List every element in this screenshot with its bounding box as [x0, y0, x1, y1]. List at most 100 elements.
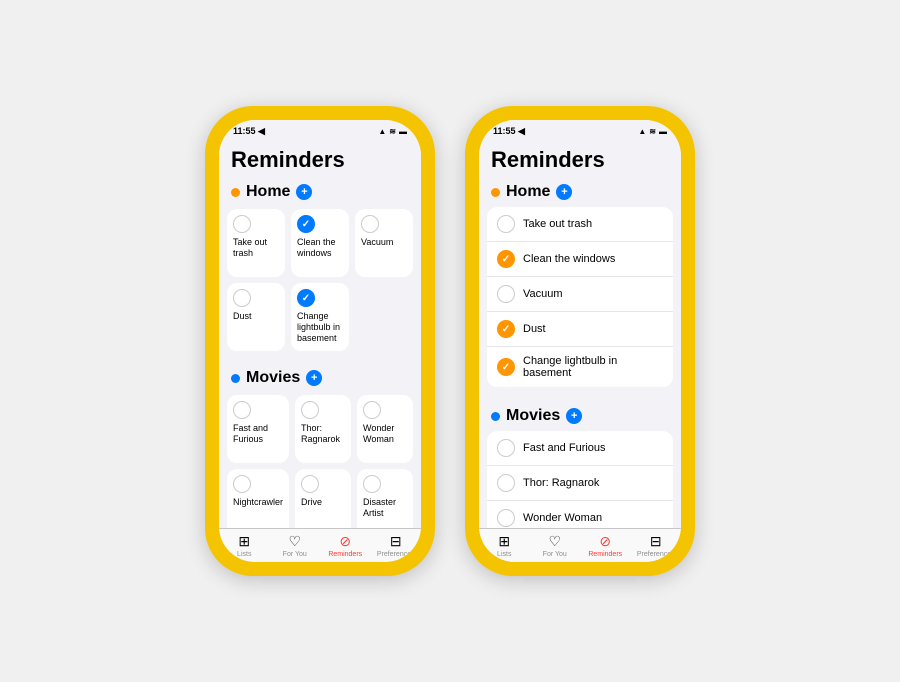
movies-add-2[interactable]: +: [566, 408, 582, 424]
tab-foryou-2[interactable]: ♡ For You: [530, 533, 581, 558]
prefs-label-2: Preferences: [637, 551, 675, 558]
list-item-lightbulb: ✓ Change lightbulb in basement: [487, 347, 673, 387]
tab-reminders-1[interactable]: ⊘ Reminders: [320, 533, 371, 558]
home-dot-1: [231, 188, 240, 197]
checkmark-lightbulb: ✓: [302, 293, 310, 304]
list-label-fast: Fast and Furious: [523, 442, 606, 454]
list-checkbox-dust[interactable]: ✓: [497, 320, 515, 338]
phones-container: 11:55 ◀ ▲ ≋ ▬ Reminders Home +: [205, 106, 695, 576]
tab-lists-1[interactable]: ⊞ Lists: [219, 533, 270, 558]
home-title-1: Home: [246, 183, 290, 201]
list-item-vacuum: Vacuum: [487, 277, 673, 312]
checkbox-wonder[interactable]: [363, 401, 381, 419]
reminders-label-2: Reminders: [588, 551, 622, 558]
list-label-dust: Dust: [523, 323, 546, 335]
label-night: Nightcrawler: [233, 497, 283, 508]
phone-grid-outer: 11:55 ◀ ▲ ≋ ▬ Reminders Home +: [205, 106, 435, 576]
checkbox-windows[interactable]: ✓: [297, 215, 315, 233]
section-header-home-2: Home +: [479, 177, 681, 205]
list-label-thor: Thor: Ragnarok: [523, 477, 599, 489]
list-item-fast: Fast and Furious: [487, 431, 673, 466]
label-drive: Drive: [301, 497, 322, 508]
list-item-wonder: Wonder Woman: [487, 501, 673, 528]
wifi-icon: ≋: [389, 127, 396, 136]
lists-icon-2: ⊞: [498, 533, 510, 550]
status-time-2: 11:55 ◀: [493, 126, 525, 137]
checkbox-dust[interactable]: [233, 289, 251, 307]
home-add-1[interactable]: +: [296, 184, 312, 200]
reminders-icon-1: ⊘: [339, 533, 351, 550]
list-item-dust: ✓ Dust: [487, 312, 673, 347]
list-checkbox-fast[interactable]: [497, 439, 515, 457]
checkbox-vacuum[interactable]: [361, 215, 379, 233]
lists-label-2: Lists: [497, 551, 511, 558]
list-checkbox-wonder[interactable]: [497, 509, 515, 527]
list-checkbox-thor[interactable]: [497, 474, 515, 492]
home-add-2[interactable]: +: [556, 184, 572, 200]
grid-item-night: Nightcrawler: [227, 469, 289, 528]
list-checkmark-windows: ✓: [502, 254, 510, 265]
tab-prefs-2[interactable]: ⊟ Preferences: [631, 533, 682, 558]
battery-icon: ▬: [399, 127, 407, 136]
list-item-windows: ✓ Clean the windows: [487, 242, 673, 277]
tab-bar-2: ⊞ Lists ♡ For You ⊘ Reminders ⊟ Preferen…: [479, 528, 681, 562]
spacer-2: [479, 393, 681, 401]
grid-item-dust: Dust: [227, 283, 285, 351]
checkbox-trash[interactable]: [233, 215, 251, 233]
phone-1-content[interactable]: Reminders Home + Take out trash: [219, 139, 421, 528]
phone-2-content[interactable]: Reminders Home + Take out trash ✓: [479, 139, 681, 528]
wifi-icon-2: ≋: [649, 127, 656, 136]
app-title-2: Reminders: [491, 147, 669, 173]
section-header-movies-1: Movies +: [219, 363, 421, 391]
label-fast: Fast and Furious: [233, 423, 283, 445]
checkbox-night[interactable]: [233, 475, 251, 493]
list-checkbox-trash[interactable]: [497, 215, 515, 233]
foryou-label-2: For You: [543, 551, 567, 558]
label-disaster: Disaster Artist: [363, 497, 407, 519]
home-title-2: Home: [506, 183, 550, 201]
list-item-trash: Take out trash: [487, 207, 673, 242]
list-checkbox-vacuum[interactable]: [497, 285, 515, 303]
label-thor: Thor: Ragnarok: [301, 423, 345, 445]
label-vacuum: Vacuum: [361, 237, 393, 248]
grid-item-windows: ✓ Clean the windows: [291, 209, 349, 277]
label-trash: Take out trash: [233, 237, 279, 259]
checkbox-disaster[interactable]: [363, 475, 381, 493]
tab-foryou-1[interactable]: ♡ For You: [270, 533, 321, 558]
checkbox-drive[interactable]: [301, 475, 319, 493]
list-label-windows: Clean the windows: [523, 253, 615, 265]
label-lightbulb: Change lightbulb in basement: [297, 311, 343, 343]
checkbox-fast[interactable]: [233, 401, 251, 419]
grid-item-fast: Fast and Furious: [227, 395, 289, 463]
movies-title-2: Movies: [506, 407, 560, 425]
movies-grid-1: Fast and Furious Thor: Ragnarok Wonder W…: [219, 391, 421, 528]
checkbox-lightbulb[interactable]: ✓: [297, 289, 315, 307]
checkmark-windows: ✓: [302, 219, 310, 230]
status-bar-1: 11:55 ◀ ▲ ≋ ▬: [219, 120, 421, 139]
app-header-2: Reminders: [479, 139, 681, 177]
label-dust: Dust: [233, 311, 252, 322]
tab-reminders-2[interactable]: ⊘ Reminders: [580, 533, 631, 558]
home-grid-1: Take out trash ✓ Clean the windows Vacuu…: [219, 205, 421, 355]
tab-lists-2[interactable]: ⊞ Lists: [479, 533, 530, 558]
lists-icon-1: ⊞: [238, 533, 250, 550]
signal-icon: ▲: [378, 127, 386, 136]
checkbox-thor[interactable]: [301, 401, 319, 419]
grid-item-wonder: Wonder Woman: [357, 395, 413, 463]
reminders-icon-2: ⊘: [599, 533, 611, 550]
tab-prefs-1[interactable]: ⊟ Preferences: [371, 533, 422, 558]
status-time-1: 11:55 ◀: [233, 126, 265, 137]
list-checkbox-lightbulb[interactable]: ✓: [497, 358, 515, 376]
list-checkmark-lightbulb: ✓: [502, 362, 510, 373]
list-label-wonder: Wonder Woman: [523, 512, 602, 524]
movies-add-1[interactable]: +: [306, 370, 322, 386]
grid-item-thor: Thor: Ragnarok: [295, 395, 351, 463]
phone-grid-inner: 11:55 ◀ ▲ ≋ ▬ Reminders Home +: [219, 120, 421, 562]
home-dot-2: [491, 188, 500, 197]
label-windows: Clean the windows: [297, 237, 343, 259]
phone-list-inner: 11:55 ◀ ▲ ≋ ▬ Reminders Home +: [479, 120, 681, 562]
signal-icon-2: ▲: [638, 127, 646, 136]
status-bar-2: 11:55 ◀ ▲ ≋ ▬: [479, 120, 681, 139]
list-checkbox-windows[interactable]: ✓: [497, 250, 515, 268]
section-header-movies-2: Movies +: [479, 401, 681, 429]
